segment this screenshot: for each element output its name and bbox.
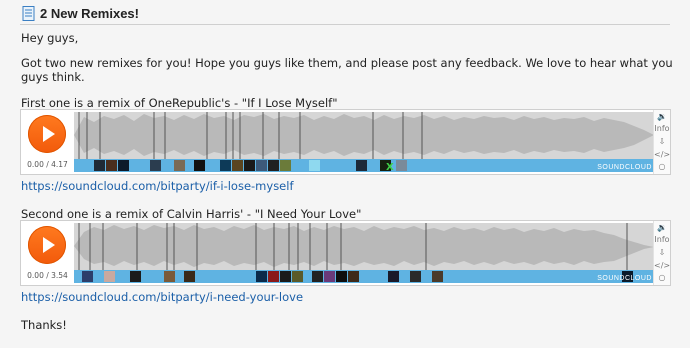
play-button[interactable] xyxy=(28,226,66,264)
intro-text-line2: guys think. xyxy=(21,70,85,84)
comment-icon[interactable]: ○ xyxy=(654,161,670,173)
waveform[interactable] xyxy=(74,221,654,285)
post-header: 2 New Remixes! xyxy=(20,5,670,25)
player-controls: 0.00 / 3.54 xyxy=(21,221,74,285)
play-button[interactable] xyxy=(28,115,66,153)
comment-icon[interactable]: ○ xyxy=(654,272,670,284)
player-side-buttons: 🔉 Info ⇩ </> ○ xyxy=(653,110,670,174)
track-link[interactable]: https://soundcloud.com/bitparty/if-i-los… xyxy=(21,179,294,193)
player-side-buttons: 🔉 Info ⇩ </> ○ xyxy=(653,221,670,285)
soundcloud-player[interactable]: 0.00 / 3.54 🔉 Info ⇩ </> ○ SOUNDCLOUD xyxy=(20,220,671,286)
greeting-text: Hey guys, xyxy=(21,31,79,45)
track-time: 0.00 / 4.17 xyxy=(27,160,68,169)
post-title: 2 New Remixes! xyxy=(40,6,139,21)
intro-text-line1: Got two new remixes for you! Hope you gu… xyxy=(21,56,673,70)
info-button[interactable]: Info xyxy=(654,123,670,135)
player-controls: 0.00 / 4.17 xyxy=(21,110,74,174)
volume-icon[interactable]: 🔉 xyxy=(654,111,670,123)
track-time: 0.00 / 3.54 xyxy=(27,271,68,280)
svg-text:X: X xyxy=(386,162,394,173)
soundcloud-logo[interactable]: SOUNDCLOUD xyxy=(597,164,652,171)
sign-off-text: Thanks! xyxy=(21,318,67,332)
embed-button[interactable]: </> xyxy=(654,149,670,161)
info-button[interactable]: Info xyxy=(654,234,670,246)
volume-icon[interactable]: 🔉 xyxy=(654,222,670,234)
embed-button[interactable]: </> xyxy=(654,260,670,272)
waveform[interactable]: X xyxy=(74,110,654,174)
soundcloud-logo[interactable]: SOUNDCLOUD xyxy=(597,275,652,282)
track-caption: Second one is a remix of Calvin Harris' … xyxy=(21,207,362,221)
track-caption: First one is a remix of OneRepublic's - … xyxy=(21,96,338,110)
soundcloud-player[interactable]: 0.00 / 4.17 X 🔉 Info ⇩ </> ○ SOUNDCLOUD xyxy=(20,109,671,175)
download-icon[interactable]: ⇩ xyxy=(654,247,670,259)
download-icon[interactable]: ⇩ xyxy=(654,136,670,148)
track-link[interactable]: https://soundcloud.com/bitparty/i-need-y… xyxy=(21,290,303,304)
document-icon xyxy=(22,6,35,21)
